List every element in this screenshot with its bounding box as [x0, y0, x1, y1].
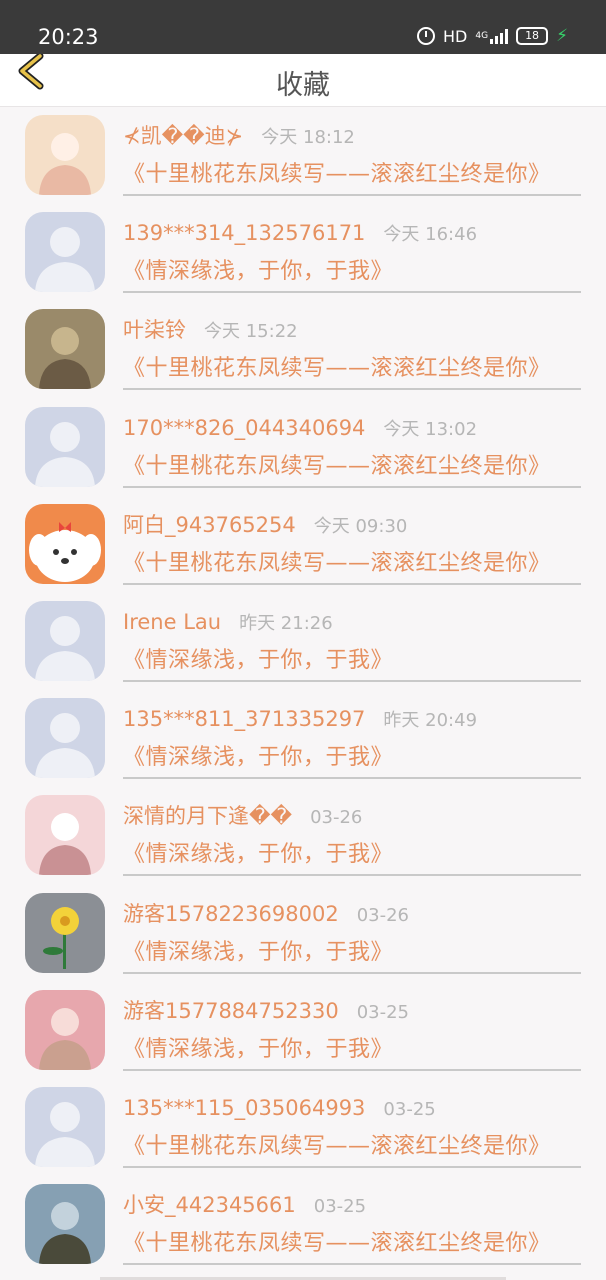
book-title-link[interactable]: 《十里桃花东凤续写——滚滚红尘终是你》: [123, 355, 551, 383]
avatar[interactable]: [25, 115, 105, 195]
user-name[interactable]: 阿白_943765254: [123, 513, 296, 537]
timestamp: 昨天 21:26: [239, 612, 333, 634]
book-title-link[interactable]: 《情深缘浅，于你，于我》: [123, 1036, 393, 1064]
timestamp: 03-26: [356, 904, 410, 926]
avatar[interactable]: [25, 989, 105, 1070]
list-item[interactable]: 135***115_035064993 03-25 《十里桃花东凤续写——滚滚红尘终…: [0, 1080, 606, 1177]
avatar[interactable]: [25, 698, 105, 779]
list-item[interactable]: 阿白_943765254 今天 09:30 《十里桃花东凤续写——滚滚红尘终是你》: [0, 497, 606, 594]
avatar[interactable]: [25, 503, 105, 584]
timestamp: 今天 09:30: [313, 515, 408, 537]
timestamp: 03-25: [313, 1196, 367, 1218]
divider: [123, 874, 581, 877]
timestamp: 03-25: [383, 1098, 436, 1120]
signal-icon: [490, 28, 509, 44]
item-header: 游客1578223698002 03-26: [123, 901, 409, 929]
header-bar: 收藏: [0, 54, 606, 107]
timestamp: 今天 18:12: [261, 127, 355, 148]
alarm-icon: [417, 27, 435, 45]
user-name[interactable]: 深情的月下逢��: [123, 804, 292, 828]
user-name[interactable]: 叶柒铃: [123, 318, 186, 342]
divider: [123, 194, 581, 196]
divider: [123, 679, 581, 682]
list-item[interactable]: 叶柒铃 今天 15:22 《十里桃花东凤续写——滚滚红尘终是你》: [0, 302, 606, 399]
page-title: 收藏: [276, 70, 330, 101]
book-title-link[interactable]: 《十里桃花东凤续写——滚滚红尘终是你》: [123, 161, 551, 189]
divider: [123, 582, 581, 585]
book-title-link[interactable]: 《情深缘浅，于你，于我》: [123, 841, 393, 869]
net-type-label: 4G: [475, 31, 489, 41]
list-item[interactable]: 游客1577884752330 03-25 《情深缘浅，于你，于我》: [0, 983, 606, 1080]
user-name[interactable]: 小安_442345661: [123, 1193, 296, 1217]
status-bar: 20:23 HD 4G 18 ⚡: [0, 0, 606, 54]
avatar[interactable]: [25, 212, 105, 293]
avatar[interactable]: [25, 1184, 105, 1265]
book-title-link[interactable]: 《情深缘浅，于你，于我》: [123, 258, 393, 286]
avatar[interactable]: [25, 1086, 105, 1167]
avatar[interactable]: [25, 309, 105, 390]
timestamp: 今天 13:02: [383, 418, 478, 440]
list-item[interactable]: 135***811_371335297 昨天 20:49 《情深缘浅，于你，于我》: [0, 691, 606, 788]
status-time: 20:23: [38, 25, 99, 49]
charging-bolt-icon: ⚡: [556, 26, 568, 46]
user-name[interactable]: Irene Lau: [123, 610, 221, 634]
book-title-link[interactable]: 《十里桃花东凤续写——滚滚红尘终是你》: [123, 1133, 551, 1161]
list-item[interactable]: ⊀凯��迪⊁ 今天 18:12 《十里桃花东凤续写——滚滚红尘终是你》: [0, 108, 606, 205]
divider: [123, 777, 581, 780]
user-name[interactable]: 135***115_035064993: [123, 1096, 365, 1120]
item-header: 游客1577884752330 03-25: [123, 998, 409, 1026]
favorites-list: ⊀凯��迪⊁ 今天 18:12 《十里桃花东凤续写——滚滚红尘终是你》 139***3…: [0, 108, 606, 1274]
item-header: 阿白_943765254 今天 09:30: [123, 512, 407, 540]
item-header: 170***826_044340694 今天 13:02: [123, 415, 477, 443]
user-name[interactable]: 135***811_371335297: [123, 707, 365, 731]
timestamp: 今天 15:22: [204, 321, 298, 343]
timestamp: 03-26: [310, 807, 363, 829]
divider: [123, 388, 581, 391]
timestamp: 03-25: [356, 1001, 410, 1023]
user-name[interactable]: 游客1578223698002: [123, 902, 339, 926]
divider: [123, 1068, 581, 1071]
list-item[interactable]: 170***826_044340694 今天 13:02 《十里桃花东凤续写——滚滚…: [0, 400, 606, 497]
list-item[interactable]: 139***314_132576171 今天 16:46 《情深缘浅，于你，于我》: [0, 205, 606, 302]
book-title-link[interactable]: 《情深缘浅，于你，于我》: [123, 939, 393, 967]
item-header: 139***314_132576171 今天 16:46: [123, 220, 477, 248]
divider: [123, 485, 581, 488]
avatar[interactable]: [25, 406, 105, 487]
timestamp: 今天 16:46: [383, 224, 478, 246]
user-name[interactable]: ⊀凯��迪⊁: [123, 124, 243, 148]
list-item[interactable]: Irene Lau 昨天 21:26 《情深缘浅，于你，于我》: [0, 594, 606, 691]
divider: [123, 1165, 581, 1168]
book-title-link[interactable]: 《情深缘浅，于你，于我》: [123, 647, 393, 675]
book-title-link[interactable]: 《情深缘浅，于你，于我》: [123, 744, 393, 772]
item-header: 135***811_371335297 昨天 20:49: [123, 706, 477, 734]
item-header: 小安_442345661 03-25: [123, 1192, 366, 1220]
divider: [123, 291, 581, 294]
list-item[interactable]: 深情的月下逢�� 03-26 《情深缘浅，于你，于我》: [0, 788, 606, 885]
item-header: 135***115_035064993 03-25: [123, 1095, 436, 1123]
list-item[interactable]: 小安_442345661 03-25 《十里桃花东凤续写——滚滚红尘终是你》: [0, 1177, 606, 1274]
item-header: ⊀凯��迪⊁ 今天 18:12: [123, 123, 355, 151]
avatar[interactable]: [25, 892, 105, 973]
divider: [123, 971, 581, 974]
item-header: 叶柒铃 今天 15:22: [123, 317, 298, 345]
user-name[interactable]: 139***314_132576171: [123, 221, 365, 245]
book-title-link[interactable]: 《十里桃花东凤续写——滚滚红尘终是你》: [123, 1230, 551, 1258]
book-title-link[interactable]: 《十里桃花东凤续写——滚滚红尘终是你》: [123, 550, 551, 578]
timestamp: 昨天 20:49: [383, 710, 478, 732]
status-icons: HD 4G 18 ⚡: [417, 26, 568, 46]
network-label: HD: [443, 26, 468, 46]
divider: [123, 1263, 581, 1266]
avatar[interactable]: [25, 795, 105, 876]
user-name[interactable]: 170***826_044340694: [123, 416, 365, 440]
book-title-link[interactable]: 《十里桃花东凤续写——滚滚红尘终是你》: [123, 453, 551, 481]
list-item[interactable]: 游客1578223698002 03-26 《情深缘浅，于你，于我》: [0, 886, 606, 983]
item-header: 深情的月下逢�� 03-26: [123, 803, 362, 831]
item-header: Irene Lau 昨天 21:26: [123, 609, 333, 637]
avatar[interactable]: [25, 600, 105, 681]
user-name[interactable]: 游客1577884752330: [123, 999, 339, 1023]
battery-icon: 18: [516, 27, 549, 45]
